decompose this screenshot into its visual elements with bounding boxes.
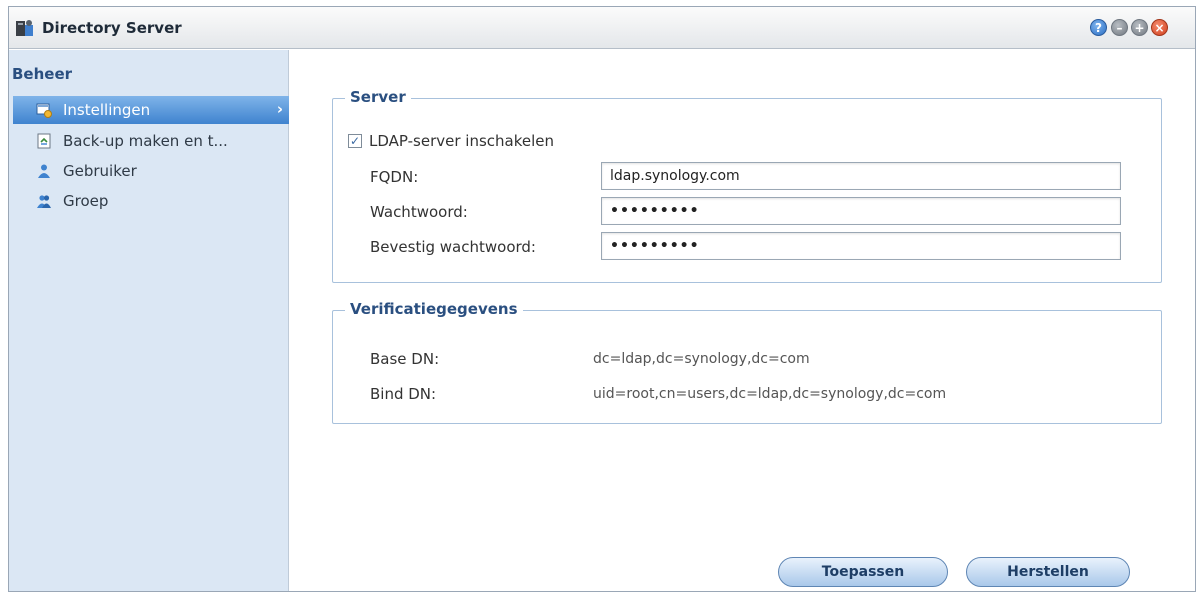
fqdn-label: FQDN: — [370, 168, 419, 186]
sidebar-item-label: Gebruiker — [63, 162, 137, 180]
base-dn-label: Base DN: — [370, 350, 440, 368]
server-group: Server ✓ LDAP-server inschakelen FQDN: W… — [332, 88, 1162, 283]
maximize-icon[interactable]: + — [1131, 19, 1148, 36]
confirm-password-label: Bevestig wachtwoord: — [370, 238, 536, 256]
minimize-icon[interactable]: – — [1111, 19, 1128, 36]
ldap-enable-label: LDAP-server inschakelen — [369, 132, 555, 150]
sidebar-header: Beheer — [12, 65, 73, 83]
sidebar-item-backup[interactable]: Back-up maken en t... — [13, 127, 289, 155]
title-bar[interactable]: Directory Server ? – + × — [9, 7, 1195, 49]
base-dn-value: dc=ldap,dc=synology,dc=com — [593, 351, 810, 367]
bind-dn-label: Bind DN: — [370, 385, 437, 403]
directory-server-icon — [16, 20, 33, 36]
fqdn-field[interactable] — [601, 162, 1121, 190]
main-content: Server ✓ LDAP-server inschakelen FQDN: W… — [290, 50, 1195, 591]
ldap-enable-checkbox[interactable]: ✓ — [348, 134, 362, 148]
backup-icon — [37, 133, 51, 149]
app-window: Directory Server ? – + × Beheer Instelli… — [8, 6, 1196, 592]
window-title: Directory Server — [42, 19, 182, 37]
sidebar-item-label: Back-up maken en t... — [63, 132, 228, 150]
verification-legend: Verificatiegegevens — [345, 300, 523, 318]
sidebar-item-label: Groep — [63, 192, 109, 210]
reset-button[interactable]: Herstellen — [966, 557, 1130, 587]
confirm-password-field[interactable] — [601, 232, 1121, 260]
sidebar: Beheer Instellingen › Back-up maken en t… — [9, 50, 289, 591]
bind-dn-value: uid=root,cn=users,dc=ldap,dc=synology,dc… — [593, 386, 947, 402]
close-icon[interactable]: × — [1151, 19, 1168, 36]
ldap-enable-row[interactable]: ✓ LDAP-server inschakelen — [348, 132, 554, 150]
help-icon[interactable]: ? — [1090, 19, 1107, 36]
server-legend: Server — [345, 88, 411, 106]
group-icon — [37, 195, 51, 208]
settings-icon — [36, 103, 52, 118]
sidebar-item-groep[interactable]: Groep — [13, 187, 289, 215]
password-field[interactable] — [601, 197, 1121, 225]
password-label: Wachtwoord: — [370, 203, 468, 221]
user-icon — [38, 164, 50, 178]
chevron-right-icon: › — [276, 100, 283, 118]
verification-group: Verificatiegegevens Base DN: dc=ldap,dc=… — [332, 300, 1162, 424]
apply-button[interactable]: Toepassen — [778, 557, 948, 587]
sidebar-item-gebruiker[interactable]: Gebruiker — [13, 157, 289, 185]
sidebar-item-instellingen[interactable]: Instellingen › — [13, 96, 289, 124]
sidebar-item-label: Instellingen — [63, 101, 151, 119]
